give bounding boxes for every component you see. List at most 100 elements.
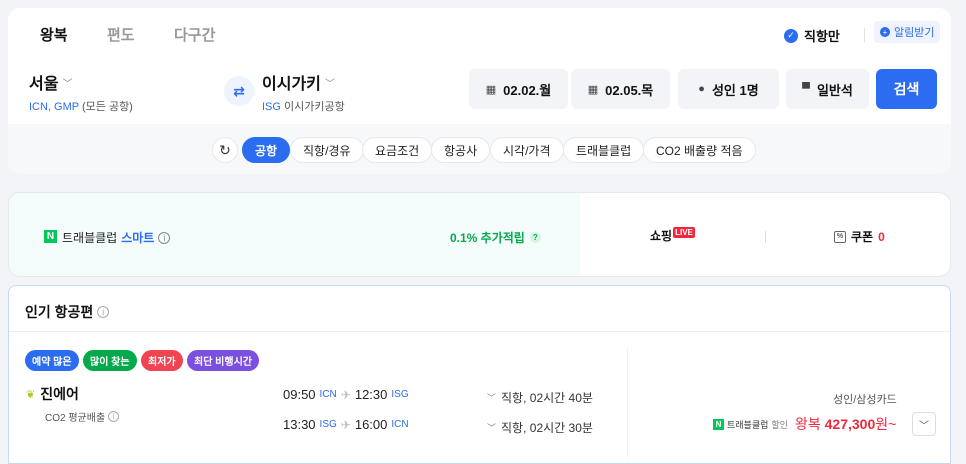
passenger-button[interactable]: ● 성인 1명 [678,69,779,109]
return-date-button[interactable]: ▦ 02.05.목 [571,69,670,109]
tab-one-way[interactable]: 편도 [107,24,135,45]
coupon-label: 쿠폰 [851,230,874,244]
card-condition: 성인/삼성카드 [833,394,897,406]
departure-time: 09:50 [283,387,316,402]
flight-search-panel: 왕복 편도 다구간 ✓ 직항만 + 알림받기 서울 ﹀ ICN, GMP (모든… [8,8,951,174]
duration-label: 직항, 02시간 40분 [501,391,593,405]
departure-code: ISG [319,419,337,430]
tag-shortest-flight: 최단 비행시간 [187,350,259,371]
chevron-down-icon: ﹀ [324,78,335,90]
travel-club-label: 트래블클럽 [62,231,118,245]
extra-points-label: 0.1% 추가적립 [450,231,525,245]
destination-city: 이시가키 [262,76,321,93]
popular-flights-title: 인기 항공편 i [25,302,110,322]
destination-selector[interactable]: 이시가키 ﹀ ISG 이시가키공항 [262,70,345,114]
tab-multi-city[interactable]: 다구간 [174,24,215,45]
swap-route-icon[interactable]: ⇄ [224,76,254,106]
naver-n-icon: N [44,230,57,243]
return-leg: 13:30 ISG ✈ 16:00 ICN [283,417,409,432]
co2-average: CO2 평균배출 i [45,409,120,424]
search-button[interactable]: 검색 [876,69,937,109]
origin-codes: ICN, GMP [29,101,79,113]
alert-button[interactable]: + 알림받기 [874,21,941,43]
coupon-count: 0 [878,229,885,244]
seat-class: 일반석 [816,82,853,98]
outbound-leg: 09:50 ICN ✈ 12:30 ISG [283,387,409,402]
price-amount: 427,300 [824,416,876,432]
info-icon[interactable]: i [97,306,110,318]
outbound-duration[interactable]: ﹀ 직항, 02시간 40분 [487,389,593,406]
price-suffix: 원~ [875,416,897,432]
smart-label: 스마트 [121,231,155,245]
promo-banner: N 트래블클럽 스마트 i 0.1% 추가적립 ? 쇼핑 LIVE % 쿠폰 0 [8,192,951,277]
shopping-label: 쇼핑 [650,229,673,243]
duration-label: 직항, 02시간 30분 [501,421,593,435]
divider [9,331,950,332]
expand-button[interactable]: ﹀ [912,412,936,436]
passenger-count: 성인 1명 [711,82,759,98]
tag-lowest-price: 최저가 [141,350,183,371]
discount-label: 할인 [771,419,788,430]
filter-travel-club[interactable]: 트래블클럽 [563,137,645,163]
person-icon: ● [698,83,705,95]
info-icon[interactable]: i [158,231,171,244]
filter-airline[interactable]: 항공사 [431,137,491,163]
travel-club-promo[interactable]: N 트래블클럽 스마트 i 0.1% 추가적립 ? [9,193,580,276]
shopping-live-link[interactable]: 쇼핑 LIVE [650,227,695,244]
refresh-icon[interactable]: ↻ [212,137,238,163]
plus-icon: + [880,27,890,37]
seat-class-button[interactable]: ▀ 일반석 [786,69,869,109]
direct-only-toggle[interactable]: ✓ 직항만 [784,26,840,45]
travel-club-smart: 트래블클럽 스마트 i [62,229,171,246]
calendar-icon: ▦ [485,83,497,96]
arrival-code: ISG [391,389,409,400]
destination-code: ISG [262,101,281,113]
coupon-icon: % [834,230,846,243]
arrival-code: ICN [391,419,409,430]
price-text: 왕복 427,300원~ [795,414,896,434]
origin-selector[interactable]: 서울 ﹀ ICN, GMP (모든 공항) [29,70,133,114]
filter-fare-conditions[interactable]: 요금조건 [362,137,433,163]
calendar-icon: ▦ [587,83,599,96]
extra-points: 0.1% 추가적립 ? [450,229,541,246]
chevron-down-icon: ﹀ [62,78,73,90]
chevron-down-icon: ﹀ [487,393,497,403]
arrival-time: 16:00 [354,417,388,432]
info-icon[interactable]: i [108,411,120,422]
return-duration[interactable]: ﹀ 직항, 02시간 30분 [487,419,593,436]
airline-label: 진에어 [40,386,79,402]
chevron-down-icon: ﹀ [919,420,929,432]
seat-icon: ▀ [802,83,810,95]
tab-round-trip[interactable]: 왕복 [40,24,68,45]
filter-low-co2[interactable]: CO2 배출량 적음 [643,137,756,163]
departure-time: 13:30 [283,417,316,432]
filter-direct-stopover[interactable]: 직항/경유 [290,137,364,163]
filter-time-price[interactable]: 시각/가격 [490,137,564,163]
discount-club: 트래블클럽 [727,419,769,430]
direct-only-label: 직항만 [804,29,840,44]
tag-most-searched: 많이 찾는 [83,350,137,371]
origin-city: 서울 [29,76,59,93]
arrival-time: 12:30 [354,387,388,402]
return-date: 02.05.목 [605,82,654,98]
departure-code: ICN [319,389,337,400]
live-badge: LIVE [673,227,695,238]
price-prefix: 왕복 [794,416,821,432]
filter-airport[interactable]: 공항 [242,137,291,163]
filter-bar: ↻ 공항 직항/경유 요금조건 항공사 시각/가격 트래블클럽 CO2 배출량 … [8,124,951,174]
co2-label: CO2 평균배출 [45,413,106,424]
divider [765,231,766,243]
plane-icon: ✈ [340,387,351,402]
section-title: 인기 항공편 [25,304,94,320]
naver-n-icon: N [713,418,724,430]
question-icon[interactable]: ? [529,232,541,243]
depart-date-button[interactable]: ▦ 02.02.월 [469,69,568,109]
coupon-link[interactable]: % 쿠폰 0 [834,228,885,245]
depart-date: 02.02.월 [503,82,552,98]
origin-desc: (모든 공항) [81,101,133,113]
divider [627,348,628,458]
alert-button-label: 알림받기 [894,27,935,39]
fare-price[interactable]: N 트래블클럽 할인 왕복 427,300원~ [713,414,896,434]
airline-name: ❦ 진에어 [26,384,79,404]
chevron-down-icon: ﹀ [487,423,497,433]
